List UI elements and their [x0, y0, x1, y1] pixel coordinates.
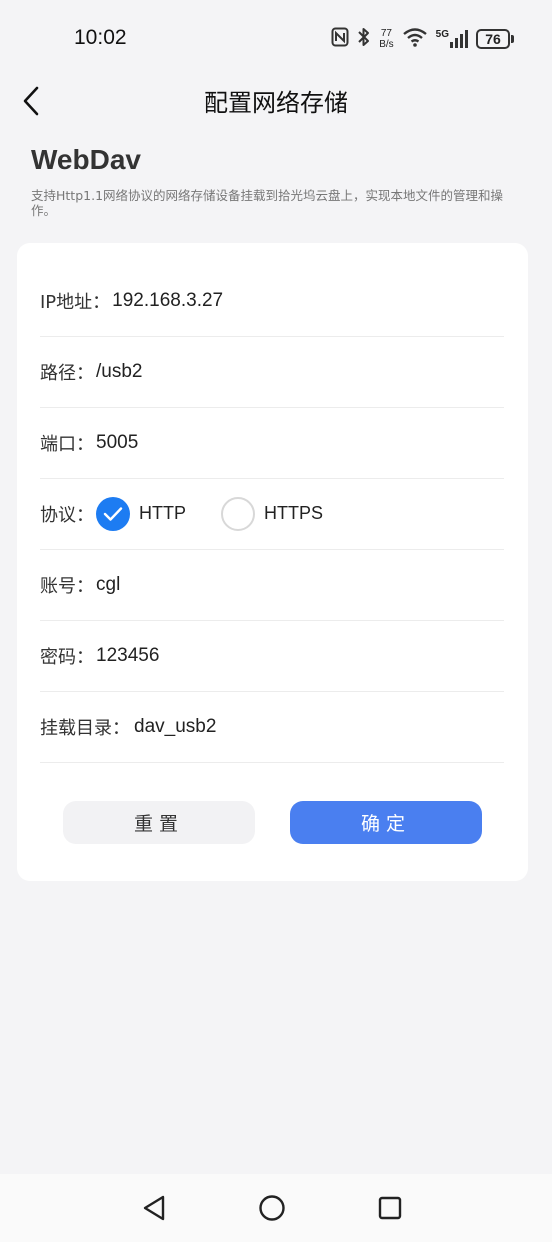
ip-row: IP地址：	[40, 265, 504, 337]
triangle-back-icon	[143, 1195, 165, 1221]
form-card: IP地址： 路径： 端口： 协议： HTTP HTTPS 账号： 密码： 挂载目…	[17, 243, 528, 881]
port-label: 端口：	[40, 433, 94, 455]
battery-body: 76	[476, 29, 510, 49]
mount-dir-input[interactable]	[134, 715, 434, 738]
account-input[interactable]	[96, 573, 396, 596]
status-icons: 77 B/s 5G 76	[331, 26, 514, 52]
radio-https-label: HTTPS	[264, 503, 324, 523]
password-input[interactable]	[96, 644, 396, 667]
page-title: 配置网络存储	[204, 89, 348, 117]
status-bar: 10:02 77 B/s 5G 76	[0, 0, 552, 78]
path-label: 路径：	[40, 362, 94, 384]
network-speed-unit: B/s	[379, 39, 394, 50]
password-row: 密码：	[40, 620, 504, 692]
account-row: 账号：	[40, 549, 504, 621]
square-recents-icon	[378, 1196, 402, 1220]
account-label: 账号：	[40, 575, 94, 597]
ip-input[interactable]	[112, 289, 413, 312]
network-speed: 77 B/s	[379, 28, 393, 50]
signal-icon: 5G	[436, 29, 468, 49]
nav-recents-button[interactable]	[370, 1188, 410, 1228]
section-title: WebDav	[31, 144, 141, 175]
protocol-row: 协议： HTTP HTTPS	[40, 478, 504, 550]
mount-dir-row: 挂载目录：	[40, 691, 504, 763]
section-description: 支持Http1.1网络协议的网络存储设备挂载到拾光坞云盘上，实现本地文件的管理和…	[31, 188, 504, 218]
radio-checked-icon	[96, 496, 130, 531]
ip-label: IP地址：	[40, 291, 111, 313]
battery-tip	[511, 35, 514, 43]
password-label: 密码：	[40, 646, 94, 668]
radio-http-label: HTTP	[139, 503, 186, 523]
network-speed-value: 77	[380, 28, 392, 39]
nav-back-button[interactable]	[134, 1188, 174, 1228]
bluetooth-icon	[357, 27, 371, 51]
nfc-icon	[331, 27, 349, 51]
signal-label: 5G	[435, 29, 449, 40]
confirm-button[interactable]: 确定	[290, 801, 482, 844]
nav-home-button[interactable]	[252, 1188, 292, 1228]
system-nav-bar	[0, 1174, 552, 1242]
radio-https[interactable]: HTTPS	[221, 496, 324, 531]
protocol-label: 协议：	[40, 504, 94, 526]
radio-unchecked-icon	[221, 496, 255, 531]
port-input[interactable]	[96, 431, 396, 454]
battery-icon: 76	[476, 29, 514, 49]
page-header: 配置网络存储	[0, 78, 552, 124]
reset-button[interactable]: 重置	[63, 801, 255, 844]
wifi-icon	[402, 27, 428, 51]
radio-http[interactable]: HTTP	[96, 496, 186, 531]
status-time: 10:02	[74, 26, 127, 49]
path-input[interactable]	[96, 360, 396, 383]
mount-dir-label: 挂载目录：	[40, 717, 130, 739]
port-row: 端口：	[40, 407, 504, 479]
path-row: 路径：	[40, 336, 504, 408]
battery-level: 76	[485, 31, 501, 47]
circle-home-icon	[259, 1195, 285, 1221]
